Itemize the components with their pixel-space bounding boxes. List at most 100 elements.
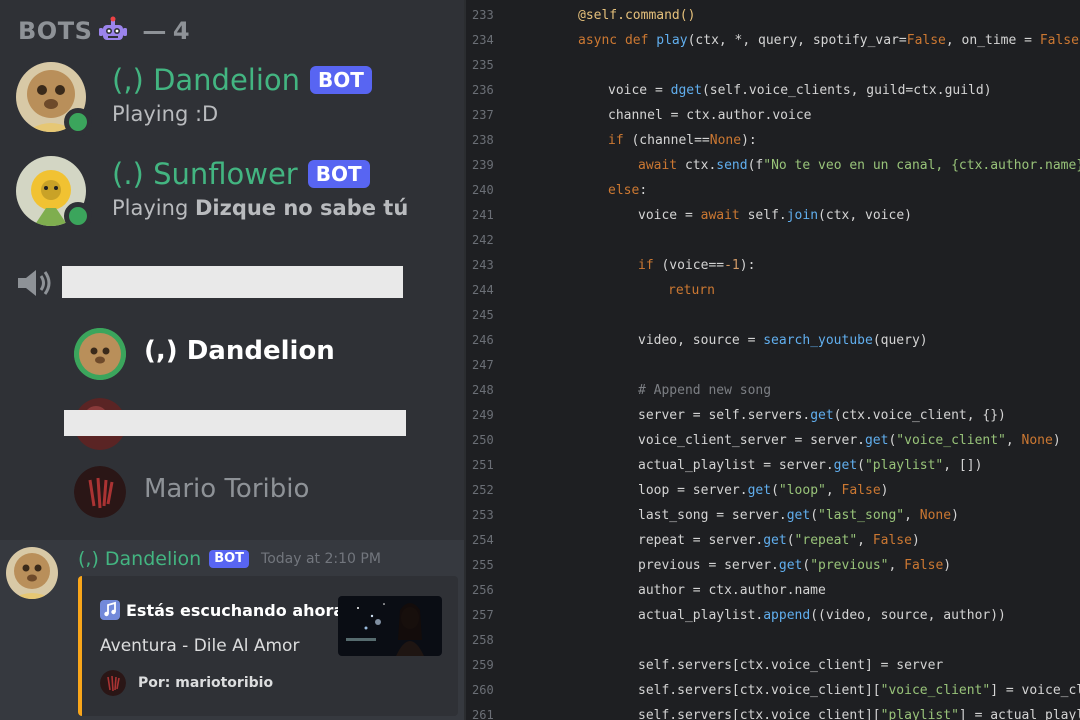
code-line[interactable]: 250 voice_client_server = server.get("voi… (464, 428, 1080, 453)
line-code: @self.command() (578, 8, 696, 23)
code-line[interactable]: 249 server = self.servers.get(ctx.voice_c… (464, 403, 1080, 428)
embed-footer-text: Por: mariotoribio (138, 675, 274, 691)
bot-tag: BOT (209, 550, 250, 568)
member-name: (,) Dandelion BOT (112, 62, 372, 98)
line-number: 239 (472, 158, 494, 172)
voice-user-name: (,) Dandelion (144, 336, 335, 366)
line-code: channel = ctx.author.voice (608, 108, 812, 123)
code-line[interactable]: 244 return (464, 278, 1080, 303)
activity-prefix: Playing (112, 196, 189, 220)
code-line[interactable]: 243 if (voice==-1): (464, 253, 1080, 278)
voice-user-name: Mario Toribio (144, 474, 310, 504)
avatar (74, 328, 126, 380)
line-number: 255 (472, 558, 494, 572)
code-line[interactable]: 237 channel = ctx.author.voice (464, 103, 1080, 128)
line-code: if (channel==None): (608, 133, 757, 148)
redacted-channel-name (62, 266, 403, 298)
line-number: 237 (472, 108, 494, 122)
embed-title: Estás escuchando ahora: (100, 600, 351, 620)
line-number: 259 (472, 658, 494, 672)
bot-tag: BOT (310, 66, 372, 94)
line-number: 261 (472, 708, 494, 720)
line-number: 250 (472, 433, 494, 447)
code-line[interactable]: 235 (464, 53, 1080, 78)
code-line[interactable]: 252 loop = server.get("loop", False) (464, 478, 1080, 503)
message-author[interactable]: (,) Dandelion (78, 548, 201, 570)
code-line[interactable]: 258 (464, 628, 1080, 653)
member-item-dandelion[interactable]: (,) Dandelion BOT Playing :D (16, 62, 456, 136)
members-group-label: BOTS (18, 17, 93, 45)
code-line[interactable]: 256 author = ctx.author.name (464, 578, 1080, 603)
code-line[interactable]: 251 actual_playlist = server.get("playlis… (464, 453, 1080, 478)
line-code: return (668, 283, 715, 298)
line-number: 256 (472, 583, 494, 597)
line-number: 260 (472, 683, 494, 697)
line-code: async def play(ctx, *, query, spotify_va… (578, 33, 1080, 48)
line-number: 242 (472, 233, 494, 247)
code-line[interactable]: 234 async def play(ctx, *, query, spotify… (464, 28, 1080, 53)
line-number: 245 (472, 308, 494, 322)
code-line[interactable]: 241 voice = await self.join(ctx, voice) (464, 203, 1080, 228)
line-code: voice = dget(self.voice_clients, guild=c… (608, 83, 992, 98)
online-status-indicator (64, 108, 92, 136)
embed-thumbnail[interactable] (338, 596, 442, 656)
member-activity: Playing :D (112, 102, 218, 126)
chat-message: (,) Dandelion BOT Today at 2:10 PM Estás… (0, 540, 464, 720)
code-line[interactable]: 245 (464, 303, 1080, 328)
code-line[interactable]: 239 await ctx.send(f"No te veo en un cana… (464, 153, 1080, 178)
code-line[interactable]: 260 self.servers[ctx.voice_client]["voice… (464, 678, 1080, 703)
line-number: 248 (472, 383, 494, 397)
code-line[interactable]: 254 repeat = server.get("repeat", False) (464, 528, 1080, 553)
line-code: # Append new song (638, 383, 772, 398)
line-number: 257 (472, 608, 494, 622)
line-code: else: (608, 183, 648, 198)
bot-tag: BOT (307, 160, 370, 188)
code-line[interactable]: 257 actual_playlist.append((video, source… (464, 603, 1080, 628)
line-number: 243 (472, 258, 494, 272)
message-header: (,) Dandelion BOT Today at 2:10 PM (78, 548, 381, 570)
code-line[interactable]: 255 previous = server.get("previous", Fal… (464, 553, 1080, 578)
activity-text: Dizque no sabe tú (194, 196, 409, 220)
line-code: repeat = server.get("repeat", False) (638, 533, 920, 548)
line-number: 234 (472, 33, 494, 47)
line-number: 235 (472, 58, 494, 72)
line-number: 254 (472, 533, 494, 547)
code-line[interactable]: 233 @self.command() (464, 3, 1080, 28)
voice-user-dandelion[interactable]: (,) Dandelion (74, 328, 454, 380)
line-number: 251 (472, 458, 494, 472)
line-number: 247 (472, 358, 494, 372)
code-editor[interactable]: 233 @self.command() 234 async def play(ctx,… (464, 0, 1080, 720)
code-line[interactable]: 242 (464, 228, 1080, 253)
code-line[interactable]: 240 else: (464, 178, 1080, 203)
line-code: self.servers[ctx.voice_client]["voice_cl… (638, 683, 1080, 698)
voice-user-mario-toribio[interactable]: Mario Toribio (74, 466, 454, 518)
code-line[interactable]: 246 video, source = search_youtube(query) (464, 328, 1080, 353)
avatar (74, 466, 126, 518)
code-line[interactable]: 248 # Append new song (464, 378, 1080, 403)
line-number: 236 (472, 83, 494, 97)
member-item-sunflower[interactable]: (.) Sunflower BOT Playing Dizque no sabe… (16, 156, 456, 230)
line-number: 233 (472, 8, 494, 22)
line-code: previous = server.get("previous", False) (638, 558, 952, 573)
code-line[interactable]: 253 last_song = server.get("last_song", N… (464, 503, 1080, 528)
robot-icon (99, 16, 128, 40)
line-number: 244 (472, 283, 494, 297)
line-number: 258 (472, 633, 494, 647)
embed-title-text: Estás escuchando ahora: (126, 600, 351, 620)
avatar[interactable] (6, 547, 58, 599)
code-line[interactable]: 236 voice = dget(self.voice_clients, guil… (464, 78, 1080, 103)
code-line[interactable]: 238 if (channel==None): (464, 128, 1080, 153)
line-code: await ctx.send(f"No te veo en un canal, … (638, 158, 1080, 173)
embed-description: Aventura - Dile Al Amor (100, 636, 300, 656)
message-embed: Estás escuchando ahora: Aventura - Dile … (78, 576, 458, 716)
line-number: 240 (472, 183, 494, 197)
online-status-indicator (64, 202, 92, 230)
line-number: 253 (472, 508, 494, 522)
line-code: if (voice==-1): (638, 258, 756, 273)
members-group-header: BOTS — 4 (18, 16, 190, 46)
code-line[interactable]: 247 (464, 353, 1080, 378)
code-line[interactable]: 259 self.servers[ctx.voice_client] = serv… (464, 653, 1080, 678)
code-line[interactable]: 261 self.servers[ctx.voice_client]["playl… (464, 703, 1080, 720)
line-number: 238 (472, 133, 494, 147)
member-activity: Playing Dizque no sabe tú (112, 196, 408, 220)
